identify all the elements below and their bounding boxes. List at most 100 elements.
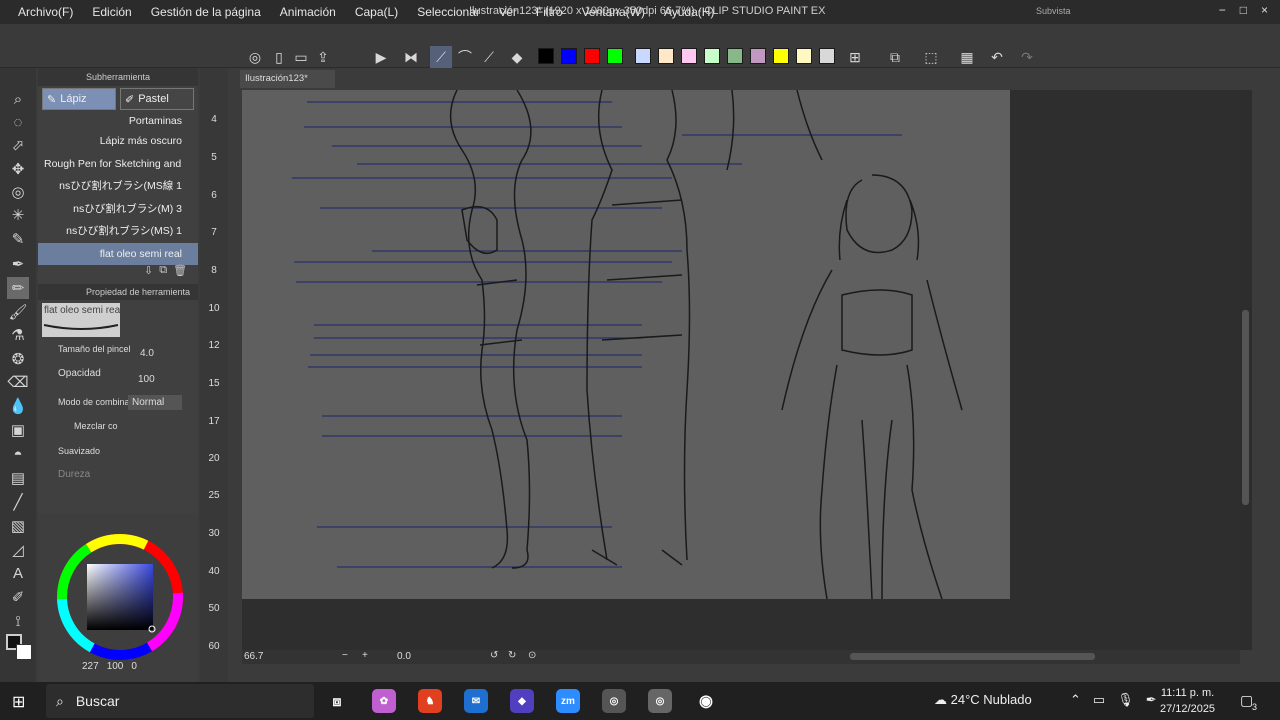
menu-edicion[interactable]: Edición (92, 5, 131, 19)
brush-item[interactable]: Rough Pen for Sketching and (38, 153, 198, 176)
weather-widget[interactable]: ☁ 24°C Nublado (934, 692, 1032, 708)
color-swatch-black[interactable] (538, 48, 554, 64)
brush-item[interactable]: nsひび割れブラシ(M) 3 (38, 198, 198, 221)
flip-icon[interactable]: ⧓ (400, 46, 422, 68)
size-12[interactable]: 12 (204, 340, 224, 351)
opacity-value[interactable]: 100 (138, 374, 155, 385)
undo-icon[interactable]: ↶ (986, 46, 1008, 68)
new-file-icon[interactable]: ▯ (268, 46, 290, 68)
zoom-out-icon[interactable]: − (342, 650, 348, 661)
fill-tool-icon[interactable]: ▣ (7, 419, 29, 441)
size-6[interactable]: 6 (204, 190, 224, 201)
angle-value[interactable]: 0.0 (397, 651, 411, 662)
reset-rotation-icon[interactable]: ⊙ (528, 650, 536, 661)
text-tool-icon[interactable]: A (7, 562, 29, 584)
size-25[interactable]: 25 (204, 490, 224, 501)
pen-tool-icon[interactable]: ✒ (7, 253, 29, 275)
color-swatch-blue[interactable] (561, 48, 577, 64)
brightness-value[interactable]: 0 (131, 661, 137, 672)
pen-icon[interactable]: ✒ (1146, 692, 1157, 708)
battery-icon[interactable]: ▭ (1093, 692, 1105, 708)
airbrush-tool-icon[interactable]: ⚗ (7, 324, 29, 346)
figure-tool-icon[interactable]: ╱ (7, 491, 29, 513)
ruler-snap-icon[interactable]: ⟋ (430, 46, 452, 68)
rotate-right-icon[interactable]: ↻ (508, 650, 516, 661)
ruler-tool-icon[interactable]: ◿ (7, 539, 29, 561)
play-icon[interactable]: ▶ (370, 46, 392, 68)
microphone-icon[interactable]: 🎙 (1117, 692, 1134, 708)
size-15[interactable]: 15 (204, 378, 224, 389)
brush-item-selected[interactable]: flat oleo semi real (38, 242, 198, 265)
brave-icon[interactable]: ♞ (418, 689, 442, 713)
grid-icon[interactable]: ▦ (956, 46, 978, 68)
color-swatch-peach[interactable] (658, 48, 674, 64)
maximize-button[interactable]: □ (1240, 3, 1247, 17)
blend-tool-icon[interactable]: 💧 (7, 395, 29, 417)
close-button[interactable]: × (1261, 3, 1268, 17)
color-swatch-light-blue[interactable] (635, 48, 651, 64)
color-swatch-pink[interactable] (681, 48, 697, 64)
size-10[interactable]: 10 (204, 303, 224, 314)
minimize-button[interactable]: − (1219, 3, 1226, 17)
brush-item[interactable]: nsひび割れブラシ(MS) 1 (38, 220, 198, 243)
save-icon[interactable]: ⇪ (312, 46, 334, 68)
zoom-value[interactable]: 66.7 (244, 651, 263, 662)
eyedropper-icon[interactable]: ✎ (7, 228, 29, 250)
decoration-tool-icon[interactable]: ❂ (7, 348, 29, 370)
fill-icon[interactable]: ◆ (506, 46, 528, 68)
color-swatch-mauve[interactable] (750, 48, 766, 64)
copilot-icon[interactable]: ✿ (372, 689, 396, 713)
task-view-icon[interactable]: ⧈ (325, 689, 349, 713)
horizontal-scroll-thumb[interactable] (850, 653, 1095, 660)
curve-snap-icon[interactable]: ⌒ (454, 46, 476, 68)
clipchamp-icon[interactable]: ◆ (510, 689, 534, 713)
tab-lapiz[interactable]: ✎ Lápiz (42, 88, 116, 110)
frame-tool-icon[interactable]: ▧ (7, 515, 29, 537)
menu-capa[interactable]: Capa(L) (355, 5, 398, 19)
size-60[interactable]: 60 (204, 641, 224, 652)
download-icon[interactable]: ⇩ (144, 264, 153, 277)
size-17[interactable]: 17 (204, 416, 224, 427)
taskbar-search[interactable]: ⌕ Buscar (46, 684, 314, 718)
size-30[interactable]: 30 (204, 528, 224, 539)
selection-icon[interactable]: ⬚ (920, 46, 942, 68)
color-swatch-mint[interactable] (704, 48, 720, 64)
balloon-tool-icon[interactable]: ✐ (7, 586, 29, 608)
document-tab[interactable]: Ilustración123* (240, 70, 335, 88)
size-40[interactable]: 40 (204, 566, 224, 577)
saturation-value[interactable]: 100 (107, 661, 124, 672)
transform-icon[interactable]: ⧉ (884, 46, 906, 68)
zoom-tool-icon[interactable]: ⌕ (7, 88, 29, 110)
size-50[interactable]: 50 (204, 603, 224, 614)
magic-wand-icon[interactable]: ✳ (7, 204, 29, 226)
size-7[interactable]: 7 (204, 227, 224, 238)
sub-color-box[interactable] (16, 644, 32, 660)
obs-icon[interactable]: ◉ (694, 689, 718, 713)
blend-mode-select[interactable]: Normal (128, 395, 182, 410)
brush-item[interactable]: Portaminas (38, 114, 198, 130)
gradient-tool-icon[interactable]: ▤ (7, 467, 29, 489)
app-logo-icon[interactable]: ◎ (244, 46, 266, 68)
zoom-app-icon[interactable]: zm (556, 689, 580, 713)
size-5[interactable]: 5 (204, 152, 224, 163)
lasso-tool-icon[interactable]: ◎ (7, 181, 29, 203)
zoom-in-icon[interactable]: + (362, 650, 368, 661)
chevron-up-icon[interactable]: ⌃ (1070, 692, 1081, 708)
menu-archivo[interactable]: Archivo(F) (18, 5, 73, 19)
rotate-left-icon[interactable]: ↺ (490, 650, 498, 661)
vertical-scroll-thumb[interactable] (1242, 310, 1249, 505)
eraser-tool-icon[interactable]: ⌫ (7, 371, 29, 393)
pencil-tool-icon[interactable]: ✏ (7, 277, 29, 299)
brush-item[interactable]: Lápiz más oscuro (38, 130, 198, 153)
taskbar-clock[interactable]: 11:11 p. m. 27/12/2025 (1160, 685, 1215, 717)
color-swatch-yellow[interactable] (773, 48, 789, 64)
canvas-size-icon[interactable]: ⊞ (844, 46, 866, 68)
operation-tool-icon[interactable]: ◌ (7, 111, 29, 133)
color-wheel[interactable] (54, 531, 194, 671)
color-swatch-gray[interactable] (819, 48, 835, 64)
size-4[interactable]: 4 (204, 114, 224, 125)
brush-tool-icon[interactable]: 🖌 (7, 301, 29, 323)
trash-icon[interactable]: 🗑 (173, 264, 187, 277)
color-swatch-red[interactable] (584, 48, 600, 64)
line-snap-icon[interactable]: ⟋ (478, 46, 500, 68)
